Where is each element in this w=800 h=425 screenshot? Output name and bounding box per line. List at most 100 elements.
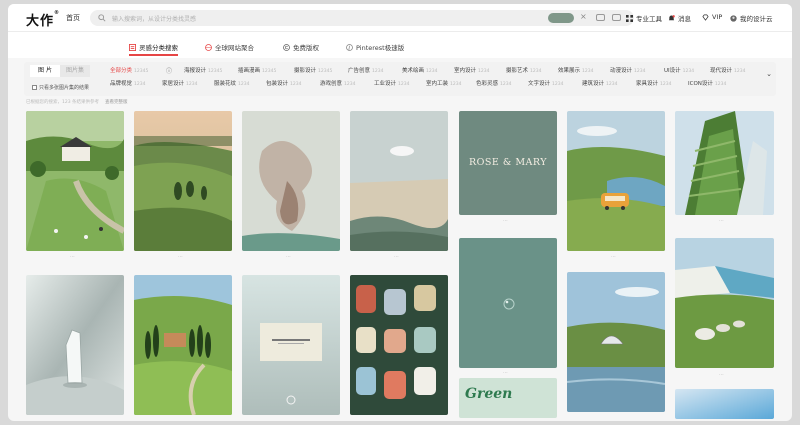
checkbox[interactable] [32, 85, 37, 90]
top-bar: 大作® 首页 输入搜索词，从设计分类找灵感 × 专业工具 消息 VIP 我的设计… [8, 4, 792, 32]
tag-typography[interactable]: 文字设计 1234 [528, 79, 563, 87]
abstract-smoke-image [242, 111, 340, 251]
category-row: 灵感分类搜索 全球网站聚合 免费版权 Pinterest极速版 [8, 32, 792, 58]
image-tile-color-swatches[interactable] [350, 275, 448, 415]
tag-brand[interactable]: 品牌视觉 1234 [110, 79, 145, 87]
image-tile-rose-mary[interactable]: ROSE & MARY [459, 111, 557, 215]
image-tile-village[interactable] [26, 111, 124, 251]
pinterest-icon [346, 43, 353, 51]
tab-global-sites[interactable]: 全球网站聚合 [205, 42, 254, 52]
tool-design-cloud[interactable]: 我的设计云 [730, 13, 773, 23]
image-set-filter[interactable]: 只看多张图片集的结果 [32, 84, 89, 91]
tag-poster[interactable]: 海报设计 12345 [184, 66, 222, 74]
more-icon[interactable]: ··· [178, 254, 183, 260]
tag-industrial[interactable]: 工业设计 1234 [374, 79, 409, 87]
green-valley-image [134, 111, 232, 251]
tag-photo-art[interactable]: 摄影艺术 1234 [506, 66, 541, 74]
tag-pattern[interactable]: 服装花纹 1234 [214, 79, 249, 87]
van-meadow-image [567, 111, 665, 251]
tag-packaging[interactable]: 包装设计 1234 [266, 79, 301, 87]
inspiration-icon [129, 43, 136, 51]
image-tile-sheep-cliffs[interactable] [675, 238, 774, 368]
image-search-icon[interactable] [612, 14, 621, 21]
dome-house-image [567, 272, 665, 412]
tab-pinterest[interactable]: Pinterest极速版 [346, 42, 404, 52]
image-tile-van-meadow[interactable] [567, 111, 665, 251]
info-icon[interactable]: ⓘ [166, 66, 172, 75]
image-tile-glass-crystal[interactable] [26, 275, 124, 415]
more-icon[interactable]: ··· [286, 254, 291, 260]
diamond-icon [702, 14, 709, 21]
teal-water-drop-image [459, 238, 557, 368]
search-input[interactable]: 输入搜索词，从设计分类找灵感 [112, 14, 196, 23]
tag-game[interactable]: 游戏创意 1234 [320, 79, 355, 87]
color-swatches-image [350, 275, 448, 415]
bell-icon [668, 14, 675, 20]
camera-icon[interactable] [596, 14, 605, 21]
tag-ad[interactable]: 广告创意 1234 [348, 66, 383, 74]
tag-photo-design[interactable]: 摄影设计 12345 [294, 66, 332, 74]
tab-free-copyright[interactable]: 免费版权 [283, 42, 319, 52]
tag-interior-work[interactable]: 室内工装 1234 [426, 79, 461, 87]
tab-image-sets[interactable]: 图片集 [60, 65, 90, 77]
more-icon[interactable]: ··· [503, 218, 508, 224]
search-mode-toggle[interactable] [548, 13, 574, 23]
image-tile-green-poster[interactable]: Green [459, 378, 557, 418]
more-icon[interactable]: ··· [503, 370, 508, 376]
avatar-icon [730, 14, 737, 22]
image-tile-dome-house[interactable] [567, 272, 665, 412]
tag-anime[interactable]: 动漫设计 1234 [610, 66, 645, 74]
tag-rendering[interactable]: 效果展示 1234 [558, 66, 593, 74]
image-tile-vertical-forest[interactable] [675, 111, 774, 215]
filter-panel: 图 片 图片集 只看多张图片集的结果 全部分类 12345 ⓘ 海报设计 12345… [24, 62, 776, 96]
tag-all[interactable]: 全部分类 12345 [110, 66, 148, 74]
tag-furniture[interactable]: 家具设计 1234 [636, 79, 671, 87]
result-hint: 已根据您的搜索，123 条结果供参考 查看完整版 [26, 100, 128, 105]
cloud-mountain-image [350, 111, 448, 251]
logo[interactable]: 大作® [26, 10, 60, 29]
rose-mary-title: ROSE & MARY [468, 157, 548, 168]
clear-icon[interactable]: × [580, 12, 587, 21]
book-mockup-image [242, 275, 340, 415]
search-bar[interactable]: 输入搜索词，从设计分类找灵感 × [90, 10, 634, 26]
village-landscape-image [26, 111, 124, 251]
tab-inspiration-search[interactable]: 灵感分类搜索 [129, 42, 178, 56]
tag-ui[interactable]: UI设计 1234 [664, 66, 694, 74]
image-tile-cloud-mountain[interactable] [350, 111, 448, 251]
tool-messages[interactable]: 消息 [668, 13, 691, 23]
copyright-icon [283, 43, 290, 51]
green-poster-title: Green [465, 386, 513, 402]
tag-fine-art[interactable]: 美术绘画 1234 [402, 66, 437, 74]
sheep-cliffs-image [675, 238, 774, 368]
more-icon[interactable]: ··· [611, 254, 616, 260]
nav-home[interactable]: 首页 [66, 13, 80, 23]
image-tile-blue-gradient[interactable] [675, 389, 774, 419]
image-tile-book-mockup[interactable] [242, 275, 340, 415]
more-icon[interactable]: ··· [70, 254, 75, 260]
tag-illustration[interactable]: 插画漫画 12345 [238, 66, 276, 74]
hint-link[interactable]: 查看完整版 [105, 100, 128, 105]
image-tile-green-valley[interactable] [134, 111, 232, 251]
tool-vip[interactable]: VIP [702, 13, 722, 21]
tag-icon[interactable]: ICON设计 1234 [688, 79, 726, 87]
tool-pro[interactable]: 专业工具 [626, 13, 662, 23]
glass-crystal-image [26, 275, 124, 415]
more-icon[interactable]: ··· [719, 372, 724, 378]
more-icon[interactable]: ··· [394, 254, 399, 260]
tag-home[interactable]: 家居设计 1234 [162, 79, 197, 87]
app-window: 大作® 首页 输入搜索词，从设计分类找灵感 × 专业工具 消息 VIP 我的设计… [8, 4, 792, 421]
tag-architecture[interactable]: 建筑设计 1234 [582, 79, 617, 87]
more-icon[interactable]: ··· [719, 218, 724, 224]
image-tile-abstract-smoke[interactable] [242, 111, 340, 251]
image-tile-teal-water-drop[interactable] [459, 238, 557, 368]
media-type-tabs: 图 片 图片集 [30, 65, 90, 77]
image-tile-tuscany[interactable] [134, 275, 232, 415]
tab-images[interactable]: 图 片 [30, 65, 60, 77]
tag-color[interactable]: 色彩灵感 1234 [476, 79, 511, 87]
tag-interior[interactable]: 室内设计 1234 [454, 66, 489, 74]
blue-gradient-image [675, 389, 774, 419]
tag-modern[interactable]: 现代设计 1234 [710, 66, 745, 74]
vertical-forest-building-image [675, 111, 774, 215]
grid-icon [626, 14, 633, 22]
chevron-down-icon[interactable]: ⌄ [766, 70, 772, 78]
